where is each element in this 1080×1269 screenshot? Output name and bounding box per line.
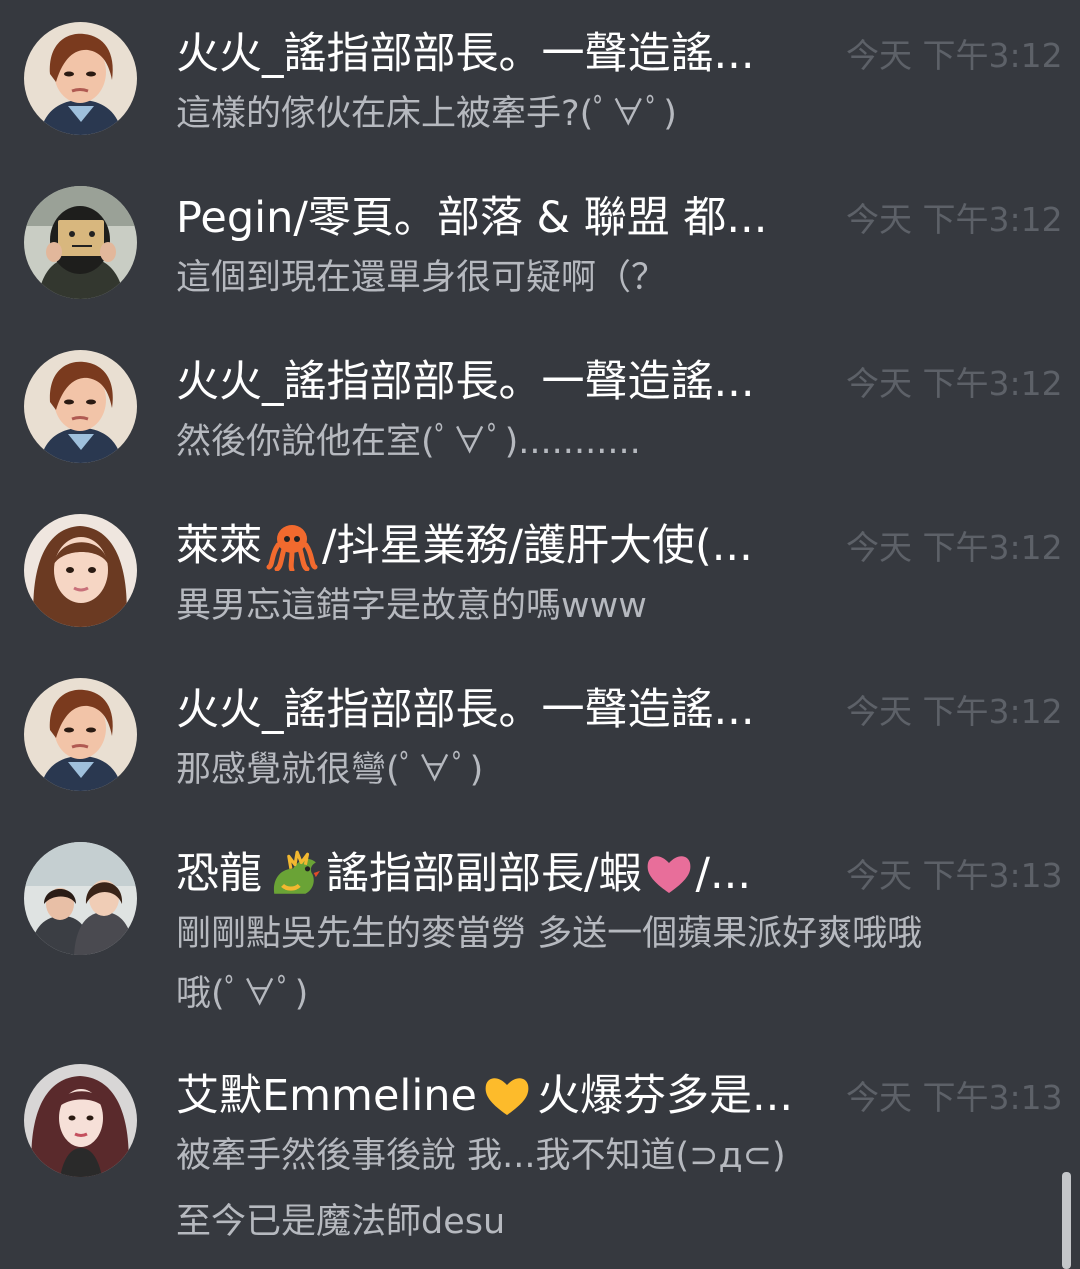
user-avatar[interactable] bbox=[24, 186, 137, 299]
author-name-part: 火爆芬多是... bbox=[537, 1071, 794, 1121]
author-name-part: 艾默Emmeline bbox=[176, 1071, 477, 1121]
message-timestamp: 今天 下午3:12 bbox=[846, 528, 1063, 567]
message-text: 剛剛點吳先生的麥當勞 多送一個蘋果派好爽哦哦 bbox=[176, 914, 923, 954]
message-timestamp: 今天 下午3:12 bbox=[846, 36, 1063, 75]
message-timestamp: 今天 下午3:12 bbox=[846, 364, 1063, 403]
message-author[interactable]: 火火_謠指部部長。一聲造謠... bbox=[176, 682, 755, 738]
message-text: 然後你說他在室(ﾟ∀ﾟ)........... bbox=[176, 422, 641, 462]
dragon-emoji bbox=[273, 850, 320, 894]
message-text: 這樣的傢伙在床上被牽手?(ﾟ∀ﾟ) bbox=[176, 94, 677, 134]
message-author[interactable]: 艾默Emmeline 火爆芬多是... bbox=[176, 1068, 793, 1124]
author-name-part: 恐龍 bbox=[176, 849, 262, 899]
yellow-heart-emoji bbox=[485, 1077, 529, 1115]
pink-heart-emoji bbox=[647, 855, 690, 893]
author-name-part: 萊萊 bbox=[176, 521, 262, 571]
user-avatar[interactable] bbox=[24, 22, 137, 135]
author-name-part: /... bbox=[695, 849, 752, 899]
user-avatar[interactable] bbox=[24, 514, 137, 627]
message-text: 至今已是魔法師desu bbox=[176, 1202, 506, 1242]
message-timestamp: 今天 下午3:12 bbox=[846, 200, 1063, 239]
author-name-part: 謠指部副部長/蝦 bbox=[326, 849, 642, 899]
message-text: 異男忘這錯字是故意的嗎www bbox=[176, 586, 647, 626]
user-avatar[interactable] bbox=[24, 350, 137, 463]
message-text: 這個到現在還單身很可疑啊（？ bbox=[176, 258, 667, 298]
scrollbar[interactable] bbox=[1062, 1172, 1071, 1269]
message-text: 哦(ﾟ∀ﾟ) bbox=[176, 974, 309, 1014]
message-timestamp: 今天 下午3:13 bbox=[846, 856, 1063, 895]
message-author[interactable]: 火火_謠指部部長。一聲造謠... bbox=[176, 354, 755, 410]
user-avatar[interactable] bbox=[24, 1064, 137, 1177]
user-avatar[interactable] bbox=[24, 842, 137, 955]
message-timestamp: 今天 下午3:12 bbox=[846, 692, 1063, 731]
user-avatar[interactable] bbox=[24, 678, 137, 791]
message-author[interactable]: 恐龍 謠指部副部長/蝦 /... bbox=[176, 846, 751, 903]
author-name-part: /抖星業務/護肝大使(... bbox=[322, 521, 753, 571]
message-text: 那感覺就很彎(ﾟ∀ﾟ) bbox=[176, 750, 484, 790]
message-author[interactable]: Pegin/零頁。部落 & 聯盟 都... bbox=[176, 190, 767, 246]
message-timestamp: 今天 下午3:13 bbox=[846, 1078, 1063, 1117]
message-author[interactable]: 萊萊 /抖星業務/護肝大使(... bbox=[176, 518, 753, 574]
message-author[interactable]: 火火_謠指部部長。一聲造謠... bbox=[176, 26, 755, 82]
message-text: 被牽手然後事後說 我...我不知道(⊃д⊂) bbox=[176, 1136, 786, 1176]
octopus-emoji bbox=[266, 524, 318, 571]
